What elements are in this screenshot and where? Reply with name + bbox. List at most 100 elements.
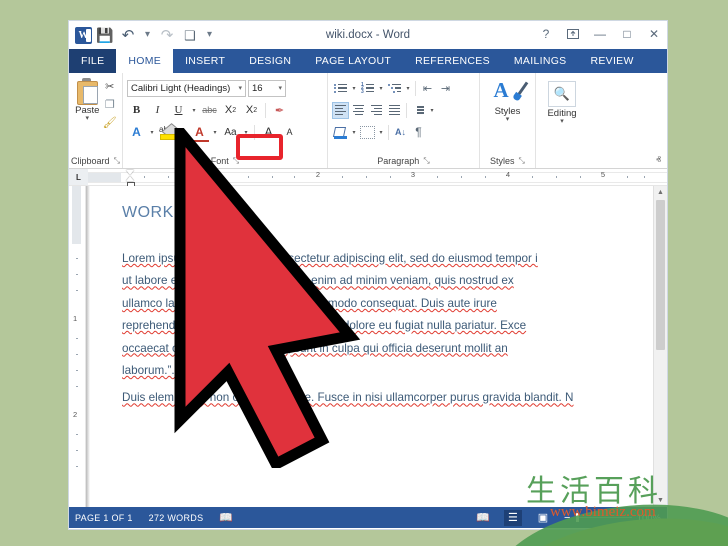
- print-layout-button[interactable]: ☰: [504, 509, 523, 526]
- bullets-caret-icon[interactable]: ▾: [350, 85, 358, 92]
- maximize-button[interactable]: □: [618, 24, 636, 43]
- redo-icon[interactable]: ↷: [157, 25, 177, 45]
- ribbon-group-styles: A Styles ▾ Styles ⤡: [480, 73, 536, 168]
- zoom-out-button[interactable]: −: [564, 512, 571, 524]
- tabs-overflow-fade: [657, 49, 667, 73]
- font-size-caret-icon[interactable]: ▾: [278, 84, 282, 92]
- bold-button[interactable]: B: [127, 102, 146, 119]
- undo-caret-icon[interactable]: ▾: [141, 25, 154, 45]
- doc-line-3: reprehenderit in voluptate velit esse ci…: [122, 319, 527, 333]
- doc-line-2: ullamco laboris nisi ut aliquip ex ea co…: [122, 296, 497, 310]
- multilevel-caret-icon[interactable]: ▾: [404, 85, 412, 92]
- read-mode-button[interactable]: 📖: [474, 510, 492, 526]
- font-color-button[interactable]: A: [190, 124, 209, 142]
- sort-button[interactable]: A↓: [392, 124, 409, 141]
- underline-button[interactable]: U: [169, 102, 188, 119]
- text-effects-caret-icon[interactable]: ▾: [148, 129, 156, 136]
- document-page[interactable]: WORKS CITED Lorem ipsum dolor sit amet, …: [86, 186, 667, 507]
- quick-access-toolbar: 💾 ↶ ▾ ↷ ❑ ▾: [69, 25, 216, 45]
- vertical-scrollbar[interactable]: ▲ ▼: [653, 186, 667, 507]
- scrollbar-thumb[interactable]: [656, 200, 665, 350]
- strikethrough-button[interactable]: abc: [200, 102, 219, 119]
- styles-button[interactable]: A Styles ▾: [484, 76, 531, 154]
- text-effects-button[interactable]: A: [127, 124, 146, 141]
- clipboard-dialog-launcher[interactable]: ⤡: [114, 156, 120, 166]
- scroll-up-arrow[interactable]: ▲: [654, 186, 667, 199]
- copy-icon[interactable]: ❐: [102, 97, 117, 112]
- tab-file[interactable]: FILE: [69, 49, 117, 73]
- word-count[interactable]: 272 WORDS: [149, 513, 204, 523]
- tab-references[interactable]: REFERENCES: [403, 49, 502, 73]
- align-right-button[interactable]: [368, 102, 385, 119]
- highlight-caret-icon[interactable]: ▾: [180, 129, 188, 136]
- zoom-slider[interactable]: [575, 513, 632, 522]
- subscript-button[interactable]: X2: [221, 102, 240, 119]
- minimize-button[interactable]: —: [591, 24, 609, 43]
- decrease-indent-button[interactable]: ⇤: [419, 80, 436, 97]
- tab-review[interactable]: REVIEW: [578, 49, 645, 73]
- paragraph-dialog-launcher[interactable]: ⤡: [423, 156, 429, 166]
- borders-caret-icon[interactable]: ▾: [377, 129, 385, 136]
- zoom-control[interactable]: − 100%: [564, 512, 661, 524]
- proofing-errors-icon[interactable]: 📖: [219, 511, 233, 524]
- tab-home[interactable]: HOME: [116, 49, 174, 73]
- underline-caret-icon[interactable]: ▾: [190, 107, 198, 114]
- ribbon: Paste ▾ ✂ ❐ 🖌 Clipboard ⤡ Calibri Light …: [69, 73, 667, 169]
- editing-button[interactable]: 🔍 Editing ▾: [540, 76, 584, 154]
- line-spacing-button[interactable]: [410, 102, 427, 119]
- cut-icon[interactable]: ✂: [102, 79, 117, 94]
- indent-markers[interactable]: [126, 169, 135, 188]
- tab-design[interactable]: DESIGN: [237, 49, 303, 73]
- save-icon[interactable]: 💾: [95, 25, 115, 45]
- paste-button[interactable]: Paste ▾: [73, 76, 102, 154]
- font-color-caret-icon[interactable]: ▾: [211, 129, 219, 136]
- superscript-button[interactable]: X2: [242, 102, 261, 119]
- customize-qat-caret-icon[interactable]: ▾: [203, 25, 216, 45]
- format-painter-icon[interactable]: 🖌: [102, 115, 117, 130]
- tab-page-layout[interactable]: PAGE LAYOUT: [303, 49, 403, 73]
- shading-button[interactable]: [332, 124, 349, 141]
- first-line-indent-marker[interactable]: [126, 169, 134, 175]
- horizontal-ruler[interactable]: L 2 3 4 5: [69, 169, 667, 188]
- font-name-combobox[interactable]: Calibri Light (Headings) ▾: [127, 79, 246, 97]
- shading-caret-icon[interactable]: ▾: [350, 129, 358, 136]
- close-button[interactable]: ✕: [645, 24, 663, 43]
- tab-insert[interactable]: INSERT: [173, 49, 237, 73]
- increase-indent-button[interactable]: ⇥: [437, 80, 454, 97]
- borders-button[interactable]: [359, 124, 376, 141]
- editing-caret-icon[interactable]: ▾: [560, 118, 564, 125]
- tab-stop-selector[interactable]: L: [69, 169, 88, 185]
- paste-caret-icon[interactable]: ▾: [86, 115, 90, 122]
- line-spacing-caret-icon[interactable]: ▾: [428, 107, 436, 114]
- scroll-down-arrow[interactable]: ▼: [654, 494, 667, 507]
- numbering-caret-icon[interactable]: ▾: [377, 85, 385, 92]
- help-button[interactable]: ?: [537, 24, 555, 43]
- collapse-ribbon-button[interactable]: ⱏ: [656, 155, 661, 166]
- touch-mode-icon[interactable]: ❑: [180, 25, 200, 45]
- clear-formatting-button[interactable]: ✒: [270, 102, 289, 119]
- font-size-combobox[interactable]: 16 ▾: [248, 79, 286, 97]
- justify-button[interactable]: [386, 102, 403, 119]
- web-layout-button[interactable]: ▣: [534, 510, 552, 526]
- italic-button[interactable]: I: [148, 102, 167, 119]
- font-name-caret-icon[interactable]: ▾: [238, 84, 242, 92]
- styles-dialog-launcher[interactable]: ⤡: [519, 156, 525, 166]
- text-highlight-color-button[interactable]: ab: [158, 122, 182, 141]
- binoculars-icon: 🔍: [553, 86, 571, 101]
- hanging-indent-marker[interactable]: [126, 175, 134, 181]
- paragraph-row1-separator: [406, 102, 407, 118]
- multilevel-list-button[interactable]: [386, 80, 403, 97]
- bullets-button[interactable]: [332, 80, 349, 97]
- show-formatting-marks-button[interactable]: ¶: [410, 124, 427, 141]
- page-indicator[interactable]: PAGE 1 OF 1: [75, 513, 133, 523]
- tab-mailings[interactable]: MAILINGS: [502, 49, 579, 73]
- styles-caret-icon[interactable]: ▾: [506, 116, 510, 123]
- undo-icon[interactable]: ↶: [118, 25, 138, 45]
- doc-line-4: occaecat cupidatat non proident, sunt in…: [122, 341, 508, 355]
- ribbon-display-options-button[interactable]: [564, 24, 582, 43]
- align-center-button[interactable]: [350, 102, 367, 119]
- numbering-button[interactable]: 123: [359, 80, 376, 97]
- zoom-slider-knob[interactable]: [575, 513, 579, 522]
- zoom-percent-label[interactable]: 100%: [637, 513, 661, 523]
- align-left-button[interactable]: [332, 101, 349, 119]
